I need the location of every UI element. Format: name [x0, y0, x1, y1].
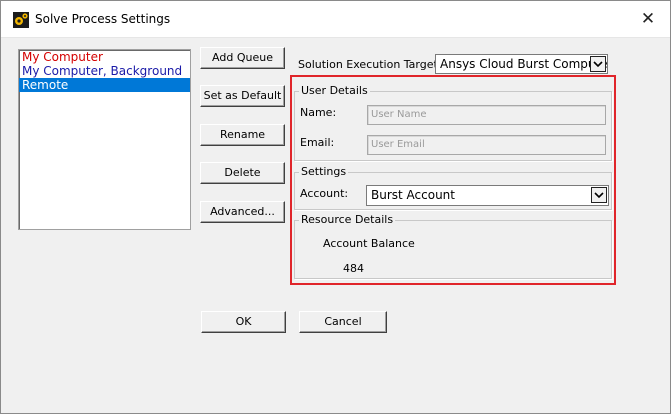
add-queue-button[interactable]: Add Queue [200, 47, 285, 69]
list-item[interactable]: Remote [19, 78, 190, 92]
execution-target-label: Solution Execution Target: [298, 58, 442, 71]
user-name-field: User Name [367, 105, 606, 125]
window-title: Solve Process Settings [35, 12, 171, 26]
account-label: Account: [300, 187, 349, 200]
email-label: Email: [300, 136, 335, 149]
execution-target-value: Ansys Cloud Burst Compute [440, 57, 608, 71]
delete-button[interactable]: Delete [200, 162, 285, 184]
app-icon [13, 12, 29, 28]
title-bar: Solve Process Settings ✕ [1, 1, 670, 38]
account-value: Burst Account [371, 188, 455, 202]
account-select[interactable]: Burst Account [366, 185, 609, 206]
close-icon[interactable]: ✕ [634, 7, 662, 31]
ok-button[interactable]: OK [201, 311, 286, 333]
advanced-button[interactable]: Advanced... [200, 201, 285, 223]
user-details-title: User Details [299, 84, 370, 98]
resource-details-title: Resource Details [299, 213, 396, 227]
list-item[interactable]: My Computer, Background [19, 64, 190, 78]
chevron-down-icon[interactable] [590, 56, 606, 72]
name-label: Name: [300, 106, 337, 119]
solve-process-settings-dialog: Solve Process Settings ✕ My Computer My … [0, 0, 671, 414]
list-item[interactable]: My Computer [19, 50, 190, 64]
rename-button[interactable]: Rename [200, 124, 285, 146]
settings-title: Settings [299, 165, 349, 179]
set-as-default-button[interactable]: Set as Default [200, 85, 285, 107]
cancel-button[interactable]: Cancel [299, 311, 387, 333]
user-email-field: User Email [367, 135, 606, 155]
execution-target-select[interactable]: Ansys Cloud Burst Compute [435, 54, 608, 74]
queue-list[interactable]: My Computer My Computer, Background Remo… [18, 49, 191, 230]
account-balance-label: Account Balance [323, 237, 415, 250]
chevron-down-icon[interactable] [591, 187, 607, 203]
account-balance-value: 484 [343, 262, 364, 275]
